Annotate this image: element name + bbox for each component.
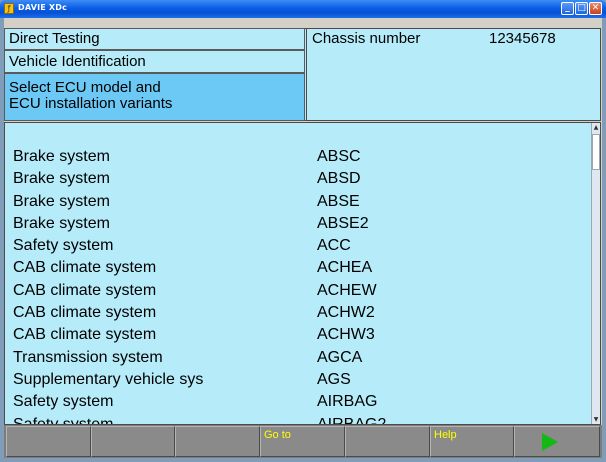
nav-select-ecu-line2: ECU installation variants bbox=[9, 95, 173, 112]
nav-select-ecu[interactable]: Select ECU model and ECU installation va… bbox=[4, 73, 305, 121]
ecu-system: Brake system bbox=[13, 148, 110, 165]
ecu-code: ACHW3 bbox=[317, 326, 375, 344]
ecu-row[interactable]: Transmission system AGCA bbox=[5, 348, 593, 370]
ecu-system: Supplementary vehicle sys bbox=[13, 370, 204, 388]
ecu-code: AGS bbox=[317, 370, 351, 388]
ecu-code: ABSC bbox=[317, 148, 361, 165]
nav-vehicle-identification-label: Vehicle Identification bbox=[9, 53, 146, 70]
ecu-row[interactable]: CAB climate system ACHW3 bbox=[5, 325, 593, 347]
ecu-code: ACHEW bbox=[317, 281, 377, 299]
ecu-code: ACHEA bbox=[317, 259, 373, 277]
ecu-row[interactable]: CAB climate system ACHEW bbox=[5, 281, 593, 303]
goto-label: Go to bbox=[264, 429, 291, 441]
ecu-row[interactable]: Brake system ABSD bbox=[5, 169, 593, 191]
ecu-code: AIRBAG2 bbox=[317, 415, 387, 425]
davie-window: ƒ DAVIE XDc _ □ ✕ Direct Testing Vehicle… bbox=[0, 0, 606, 462]
close-button[interactable]: ✕ bbox=[589, 2, 602, 15]
nav-direct-testing[interactable]: Direct Testing bbox=[4, 28, 305, 50]
ecu-row[interactable]: Brake system ABSE2 bbox=[5, 214, 593, 236]
ecu-code: ABSE2 bbox=[317, 214, 369, 232]
chassis-number-label: Chassis number bbox=[312, 30, 421, 47]
window-title: DAVIE XDc bbox=[18, 3, 68, 12]
ecu-system: CAB climate system bbox=[13, 281, 157, 299]
ecu-code: AGCA bbox=[317, 348, 363, 366]
ecu-row[interactable]: Safety system ACC bbox=[5, 236, 593, 258]
scroll-up-icon[interactable]: ▲ bbox=[592, 123, 600, 132]
maximize-button[interactable]: □ bbox=[575, 2, 588, 15]
ecu-system: Brake system bbox=[13, 214, 110, 232]
ecu-code: ABSE bbox=[317, 192, 360, 210]
title-bar[interactable]: ƒ DAVIE XDc _ □ ✕ bbox=[0, 0, 606, 18]
nav-vehicle-identification[interactable]: Vehicle Identification bbox=[4, 50, 305, 73]
ecu-system: CAB climate system bbox=[13, 304, 157, 322]
minimize-button[interactable]: _ bbox=[561, 2, 574, 15]
ecu-row[interactable]: CAB climate system ACHEA bbox=[5, 258, 593, 280]
ecu-row[interactable]: CAB climate system ACHW2 bbox=[5, 303, 593, 325]
ecu-code: ABSD bbox=[317, 170, 361, 188]
scroll-thumb[interactable] bbox=[592, 134, 600, 170]
goto-button[interactable]: Go to bbox=[260, 426, 345, 457]
ecu-row[interactable]: Supplementary vehicle sys AGS bbox=[5, 370, 593, 392]
ecu-system: CAB climate system bbox=[13, 259, 157, 277]
chassis-number-value: 12345678 bbox=[489, 30, 556, 47]
ecu-row[interactable]: Brake system ABSE bbox=[5, 192, 593, 214]
list-scrollbar[interactable]: ▲ ▼ bbox=[591, 123, 600, 424]
ecu-list-panel: Brake system ABSC Brake system ABSD Brake … bbox=[4, 122, 601, 425]
fkey-2[interactable] bbox=[91, 426, 175, 457]
ecu-code: AIRBAG bbox=[317, 393, 378, 411]
app-icon: ƒ bbox=[4, 3, 14, 14]
ecu-row[interactable]: Safety system AIRBAG bbox=[5, 392, 593, 414]
fkey-5[interactable] bbox=[345, 426, 430, 457]
header-divider bbox=[306, 28, 307, 121]
function-key-bar: Go to Help bbox=[4, 425, 602, 458]
fkey-3[interactable] bbox=[175, 426, 260, 457]
nav-direct-testing-label: Direct Testing bbox=[9, 30, 100, 47]
ecu-code: ACC bbox=[317, 237, 351, 255]
ecu-system: Transmission system bbox=[13, 348, 163, 366]
ecu-code: ACHW2 bbox=[317, 304, 375, 322]
play-icon bbox=[542, 433, 558, 451]
fkey-1[interactable] bbox=[6, 426, 91, 457]
ecu-list: Brake system ABSC Brake system ABSD Brake … bbox=[5, 147, 593, 425]
ecu-row[interactable]: Safety system AIRBAG2 bbox=[5, 415, 593, 425]
ecu-system: Brake system bbox=[13, 192, 110, 210]
ecu-row[interactable]: Brake system ABSC bbox=[5, 147, 593, 169]
ecu-system: Safety system bbox=[13, 415, 114, 425]
help-label: Help bbox=[434, 429, 457, 441]
scroll-down-icon[interactable]: ▼ bbox=[592, 415, 600, 424]
next-button[interactable] bbox=[514, 426, 600, 457]
nav-select-ecu-line1: Select ECU model and bbox=[9, 79, 161, 96]
ecu-system: Brake system bbox=[13, 170, 110, 188]
ecu-system: Safety system bbox=[13, 237, 114, 255]
ecu-system: CAB climate system bbox=[13, 326, 157, 344]
ecu-system: Safety system bbox=[13, 393, 114, 411]
help-button[interactable]: Help bbox=[430, 426, 514, 457]
